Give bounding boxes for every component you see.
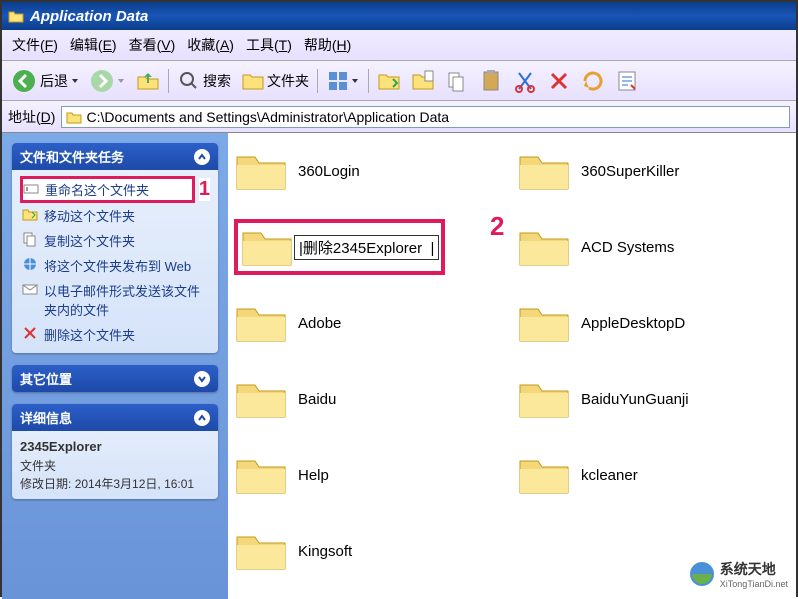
menu-tools[interactable]: 工具(T): [242, 33, 296, 57]
task-email[interactable]: 以电子邮件形式发送该文件夹内的文件: [20, 278, 210, 322]
sidebar: 文件和文件夹任务 重命名这个文件夹 1 移动这个文件夹 复制这个文: [2, 133, 228, 599]
folder-icon: [234, 529, 288, 573]
folder-item[interactable]: 360SuperKiller: [517, 143, 790, 199]
window-title: Application Data: [30, 8, 148, 25]
folder-icon: [517, 377, 571, 421]
folder-icon: [234, 377, 288, 421]
folder-icon: [234, 149, 288, 193]
task-copy[interactable]: 复制这个文件夹: [20, 228, 210, 253]
paste-button[interactable]: [475, 67, 507, 95]
task-move[interactable]: 移动这个文件夹: [20, 203, 210, 228]
folder-label: Kingsoft: [298, 543, 352, 560]
folder-item[interactable]: Adobe: [234, 295, 507, 351]
folder-label: Baidu: [298, 391, 336, 408]
toolbar: 后退 搜索 文件夹: [2, 61, 796, 101]
properties-button[interactable]: [611, 67, 643, 95]
content: 文件和文件夹任务 重命名这个文件夹 1 移动这个文件夹 复制这个文: [2, 133, 796, 599]
folder-item[interactable]: BaiduYunGuanji: [517, 371, 790, 427]
folder-icon: [517, 149, 571, 193]
folder-label: Help: [298, 467, 329, 484]
task-publish[interactable]: 将这个文件夹发布到 Web: [20, 253, 210, 278]
undo-button[interactable]: [577, 67, 609, 95]
menu-view[interactable]: 查看(V): [125, 33, 180, 57]
folder-icon: [517, 225, 571, 269]
folder-icon: [517, 453, 571, 497]
menubar: 文件(F) 编辑(E) 查看(V) 收藏(A) 工具(T) 帮助(H): [2, 30, 796, 61]
folder-icon: [8, 8, 24, 24]
address-label: 地址(D): [8, 107, 55, 127]
up-button[interactable]: [132, 67, 164, 95]
folder-item[interactable]: 360Login: [234, 143, 507, 199]
addressbar: 地址(D) C:\Documents and Settings\Administ…: [2, 101, 796, 133]
folder-item[interactable]: Help: [234, 447, 507, 503]
other-places-header[interactable]: 其它位置: [12, 365, 218, 392]
menu-favorites[interactable]: 收藏(A): [183, 33, 238, 57]
folder-label: kcleaner: [581, 467, 638, 484]
callout-1: 1: [199, 178, 210, 201]
folder-icon: [240, 225, 294, 269]
task-rename[interactable]: 重命名这个文件夹: [20, 176, 195, 203]
menu-help[interactable]: 帮助(H): [300, 33, 355, 57]
folder-label: 360Login: [298, 163, 360, 180]
menu-file[interactable]: 文件(F): [8, 33, 62, 57]
details-header[interactable]: 详细信息: [12, 404, 218, 431]
titlebar: Application Data: [2, 2, 796, 30]
folder-item[interactable]: Kingsoft: [234, 523, 507, 579]
folder-icon: [234, 453, 288, 497]
forward-button[interactable]: [86, 67, 130, 95]
folder-label: 360SuperKiller: [581, 163, 679, 180]
chevron-up-icon: [194, 410, 210, 426]
folder-item[interactable]: AppleDesktopD: [517, 295, 790, 351]
chevron-down-icon: [194, 371, 210, 387]
folder-label: ACD Systems: [581, 239, 674, 256]
folder-item[interactable]: ACD Systems: [517, 219, 790, 275]
views-button[interactable]: [322, 67, 364, 95]
tasks-panel-header[interactable]: 文件和文件夹任务: [12, 143, 218, 170]
rename-input[interactable]: |删除2345Explorer |: [294, 235, 439, 260]
copy-to-button[interactable]: [407, 67, 439, 95]
cut-button[interactable]: [509, 67, 541, 95]
globe-icon: [688, 560, 716, 588]
chevron-up-icon: [194, 149, 210, 165]
folder-item[interactable]: Baidu: [234, 371, 507, 427]
folder-item-renaming[interactable]: |删除2345Explorer |: [234, 219, 507, 275]
delete-button[interactable]: [543, 67, 575, 95]
details-body: 2345Explorer 文件夹 修改日期: 2014年3月12日, 16:01: [12, 431, 218, 499]
watermark: 系统天地 XiTongTianDi.net: [688, 559, 788, 589]
folder-label: Adobe: [298, 315, 341, 332]
back-button[interactable]: 后退: [8, 67, 84, 95]
copy-button[interactable]: [441, 67, 473, 95]
tasks-panel: 文件和文件夹任务 重命名这个文件夹 1 移动这个文件夹 复制这个文: [12, 143, 218, 353]
folder-label: AppleDesktopD: [581, 315, 685, 332]
move-to-button[interactable]: [373, 67, 405, 95]
address-input[interactable]: C:\Documents and Settings\Administrator\…: [61, 106, 790, 128]
folders-button[interactable]: 文件夹: [237, 67, 313, 95]
file-area: 360Login 360SuperKiller |删除2345Explorer …: [228, 133, 796, 599]
folder-icon: [234, 301, 288, 345]
task-delete[interactable]: 删除这个文件夹: [20, 322, 210, 347]
folder-icon: [517, 301, 571, 345]
folder-item[interactable]: kcleaner: [517, 447, 790, 503]
menu-edit[interactable]: 编辑(E): [66, 33, 121, 57]
details-panel: 详细信息 2345Explorer 文件夹 修改日期: 2014年3月12日, …: [12, 404, 218, 499]
callout-2: 2: [490, 211, 504, 242]
search-button[interactable]: 搜索: [173, 67, 235, 95]
other-places-panel: 其它位置: [12, 365, 218, 392]
folder-label: BaiduYunGuanji: [581, 391, 689, 408]
